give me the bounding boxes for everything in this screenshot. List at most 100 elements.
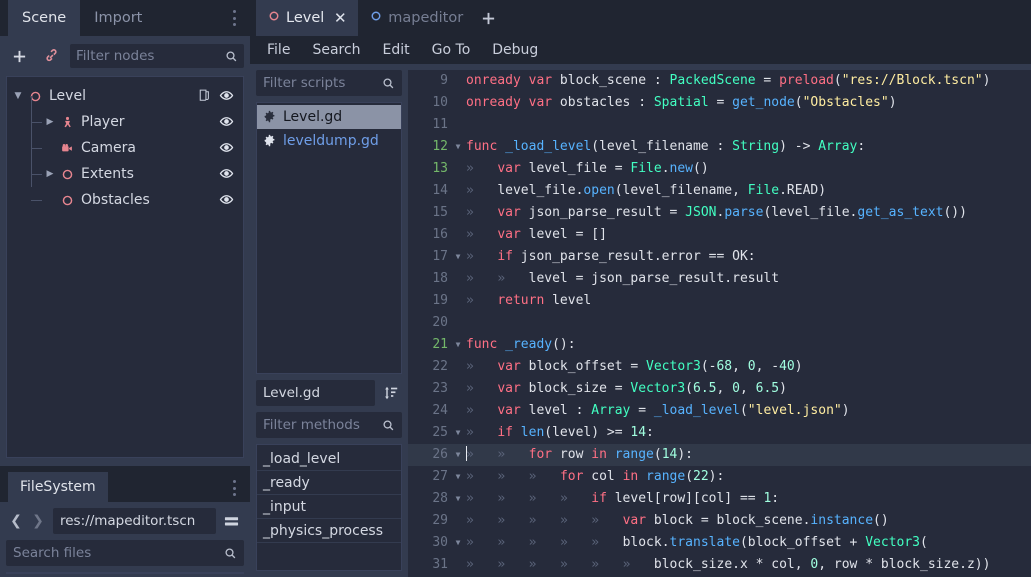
- method-item[interactable]: _load_level: [257, 447, 401, 471]
- fold-toggle-icon[interactable]: ▼: [452, 246, 464, 268]
- filter-methods-input[interactable]: Filter methods: [256, 412, 402, 438]
- menu-file[interactable]: File: [258, 39, 299, 61]
- code-line[interactable]: 18» » level = json_parse_result.result: [408, 268, 1031, 290]
- scene-tree[interactable]: ▼ Level: [6, 76, 244, 458]
- code-line[interactable]: 30▼» » » » » block.translate(block_offse…: [408, 532, 1031, 554]
- tree-row-actions: [219, 109, 235, 135]
- plus-icon[interactable]: [6, 44, 32, 68]
- code-line-container[interactable]: 9onready var block_scene : PackedScene =…: [408, 70, 1031, 577]
- fold-toggle-icon[interactable]: ▼: [452, 334, 464, 356]
- chevron-left-icon[interactable]: ❮: [6, 509, 26, 533]
- script-list[interactable]: Level.gd leveldump.gd: [256, 102, 402, 374]
- code-line[interactable]: 26▼» » for row in range(14):: [408, 444, 1031, 466]
- code-line[interactable]: 20: [408, 312, 1031, 334]
- code-line[interactable]: 10onready var obstacles : Spatial = get_…: [408, 92, 1031, 114]
- code-token: translate: [670, 535, 740, 550]
- close-icon[interactable]: ✕: [332, 10, 348, 26]
- code-token: ,: [732, 359, 748, 374]
- tree-item-level[interactable]: ▼ Level: [11, 83, 239, 109]
- eye-icon[interactable]: [219, 114, 235, 130]
- code-line[interactable]: 14» level_file.open(level_filename, File…: [408, 180, 1031, 202]
- code-token: var: [529, 73, 552, 88]
- code-line[interactable]: 21▼func _ready():: [408, 334, 1031, 356]
- chevron-right-icon[interactable]: ▶: [43, 109, 57, 135]
- filesystem-search-input[interactable]: Search files: [6, 540, 244, 566]
- eye-icon[interactable]: [219, 88, 235, 104]
- menu-debug[interactable]: Debug: [483, 39, 547, 61]
- menu-search[interactable]: Search: [303, 39, 369, 61]
- line-number: 15: [408, 202, 452, 224]
- fold-toggle-icon[interactable]: ▼: [452, 488, 464, 510]
- code-token: [724, 139, 732, 154]
- code-line[interactable]: 31» » » » » » block_size.x * col, 0, row…: [408, 554, 1031, 576]
- menu-edit[interactable]: Edit: [374, 39, 419, 61]
- code-token: get_as_text: [857, 205, 943, 220]
- menu-goto[interactable]: Go To: [423, 39, 480, 61]
- tree-item-player[interactable]: ▶ Player: [11, 109, 239, 135]
- chevron-right-icon[interactable]: ▶: [43, 161, 57, 187]
- method-item[interactable]: _ready: [257, 471, 401, 495]
- code-token: (level_file: [763, 205, 849, 220]
- code-line[interactable]: 15» var json_parse_result = JSON.parse(l…: [408, 202, 1031, 224]
- code-text: » var level = []: [464, 224, 607, 246]
- sort-icon[interactable]: [380, 382, 402, 404]
- indent-guide: »: [466, 359, 497, 374]
- method-item[interactable]: _physics_process: [257, 519, 401, 543]
- script-list-item-leveldump[interactable]: leveldump.gd: [257, 129, 401, 153]
- code-line[interactable]: 11: [408, 114, 1031, 136]
- fold-toggle-icon[interactable]: ▼: [452, 136, 464, 158]
- current-script-field[interactable]: Level.gd: [256, 380, 375, 406]
- filter-nodes-input[interactable]: Filter nodes: [70, 44, 244, 68]
- code-line[interactable]: 19» return level: [408, 290, 1031, 312]
- code-line[interactable]: 24» var level : Array = _load_level("lev…: [408, 400, 1031, 422]
- code-line[interactable]: 9onready var block_scene : PackedScene =…: [408, 70, 1031, 92]
- code-line[interactable]: 23» var block_size = Vector3(6.5, 0, 6.5…: [408, 378, 1031, 400]
- tab-scene[interactable]: Scene: [8, 0, 80, 36]
- filesystem-path-field[interactable]: res://mapeditor.tscn: [53, 508, 216, 534]
- plus-icon[interactable]: [473, 0, 503, 36]
- tab-mapeditor[interactable]: mapeditor: [358, 0, 473, 36]
- code-line[interactable]: 12▼func _load_level(level_filename : Str…: [408, 136, 1031, 158]
- eye-icon[interactable]: [219, 140, 235, 156]
- filter-scripts-input[interactable]: Filter scripts: [256, 70, 402, 96]
- code-line[interactable]: 25▼» if len(level) >= 14:: [408, 422, 1031, 444]
- eye-icon[interactable]: [219, 192, 235, 208]
- fold-toggle-icon[interactable]: ▼: [452, 422, 464, 444]
- tree-item-extents[interactable]: ▶ Extents: [11, 161, 239, 187]
- fold-toggle-icon[interactable]: ▼: [452, 444, 464, 466]
- tab-level[interactable]: Level ✕: [256, 0, 358, 36]
- tab-filesystem[interactable]: FileSystem: [8, 472, 108, 502]
- code-token: return: [497, 293, 544, 308]
- tab-import[interactable]: Import: [80, 0, 156, 36]
- split-mode-icon[interactable]: [218, 509, 244, 533]
- code-line[interactable]: 16» var level = []: [408, 224, 1031, 246]
- chevron-down-icon[interactable]: ▼: [11, 83, 25, 109]
- code-line[interactable]: 27▼» » » for col in range(22):: [408, 466, 1031, 488]
- link-icon[interactable]: [38, 44, 64, 68]
- tree-item-camera[interactable]: Camera: [11, 135, 239, 161]
- methods-list[interactable]: _load_level _ready _input _physics_proce…: [256, 444, 402, 571]
- code-line[interactable]: 29» » » » » var block = block_scene.inst…: [408, 510, 1031, 532]
- code-line[interactable]: 22» var block_offset = Vector3(-68, 0, -…: [408, 356, 1031, 378]
- tree-guide: [25, 109, 43, 135]
- more-vertical-icon[interactable]: [226, 478, 242, 498]
- fold-toggle-icon[interactable]: ▼: [452, 466, 464, 488]
- code-token: level = json_parse_result.result: [529, 271, 779, 286]
- filesystem-file-list[interactable]: [6, 572, 244, 574]
- kinematic-body-icon: [57, 116, 77, 129]
- indent-guide: »: [529, 469, 560, 484]
- script-attached-icon[interactable]: [197, 88, 211, 104]
- code-line[interactable]: 13» var level_file = File.new(): [408, 158, 1031, 180]
- eye-icon[interactable]: [219, 166, 235, 182]
- code-line[interactable]: 28▼» » » » if level[row][col] == 1:: [408, 488, 1031, 510]
- chevron-right-icon[interactable]: ❯: [28, 509, 48, 533]
- script-list-item-level[interactable]: Level.gd: [257, 105, 401, 129]
- more-vertical-icon[interactable]: [226, 8, 242, 28]
- code-line[interactable]: 17▼» if json_parse_result.error == OK:: [408, 246, 1031, 268]
- code-text: » level_file.open(level_filename, File.R…: [464, 180, 826, 202]
- fold-toggle-icon[interactable]: ▼: [452, 532, 464, 554]
- tree-item-obstacles[interactable]: Obstacles: [11, 187, 239, 213]
- editor-menubar: File Search Edit Go To Debug: [250, 36, 1031, 64]
- method-item[interactable]: _input: [257, 495, 401, 519]
- code-editor[interactable]: 9onready var block_scene : PackedScene =…: [408, 64, 1031, 577]
